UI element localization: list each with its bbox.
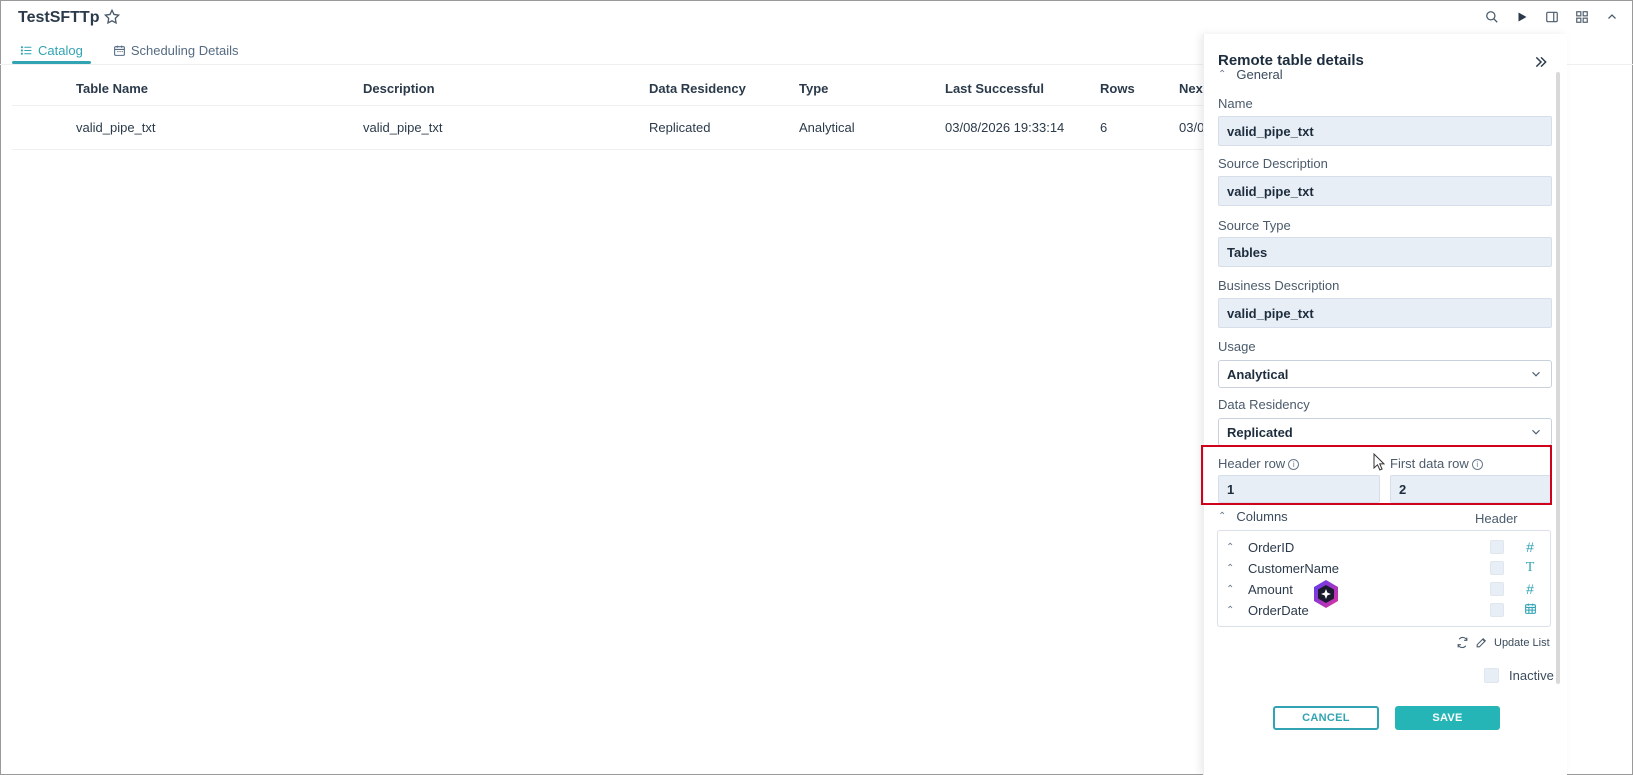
data-residency-selected-value: Replicated [1227, 425, 1293, 440]
cell-last-successful: 03/08/2026 19:33:14 [945, 120, 1065, 135]
catalog-table: Table Name Description Data Residency Ty… [12, 72, 1252, 150]
cell-type: Analytical [799, 120, 855, 135]
columns-list: ⌃ OrderID # ⌃ CustomerName T ⌃ Amount # … [1217, 530, 1551, 627]
column-header-last-successful[interactable]: Last Successful [945, 81, 1044, 96]
tab-catalog-label: Catalog [38, 42, 83, 58]
app-title: TestSFTTp [18, 9, 100, 26]
column-name: CustomerName [1248, 560, 1340, 576]
date-type-icon [1522, 602, 1538, 618]
general-label: General [1236, 67, 1283, 82]
general-section-header[interactable]: ⌃ General [1218, 67, 1283, 82]
list-item[interactable]: ⌃ OrderDate [1226, 601, 1544, 619]
data-residency-select[interactable]: Replicated [1218, 418, 1552, 446]
cell-next: 03/0 [1179, 120, 1205, 135]
caret-up-icon: ⌃ [1226, 583, 1235, 595]
edit-icon[interactable] [1475, 636, 1488, 649]
column-name: Amount [1248, 581, 1293, 597]
remote-table-details-panel: Remote table details ⌃ General Name vali… [1203, 34, 1567, 775]
usage-select[interactable]: Analytical [1218, 360, 1552, 388]
column-name: OrderID [1248, 539, 1295, 555]
column-header-description[interactable]: Description [363, 81, 435, 96]
favorite-star-icon[interactable] [103, 8, 121, 26]
apps-icon[interactable] [1573, 8, 1591, 26]
search-icon[interactable] [1483, 8, 1501, 26]
inactive-toggle[interactable]: Inactive [1484, 668, 1554, 683]
caret-up-icon: ⌃ [1226, 562, 1235, 574]
header-checkbox[interactable] [1490, 603, 1504, 617]
header-column-label: Header [1475, 511, 1518, 526]
list-icon [20, 45, 32, 55]
column-header-type[interactable]: Type [799, 81, 828, 96]
header-checkbox[interactable] [1490, 561, 1504, 575]
caret-up-icon: ⌃ [1218, 69, 1227, 80]
assistant-badge-icon[interactable] [1311, 579, 1341, 609]
data-residency-label: Data Residency [1218, 397, 1310, 412]
column-header-rows[interactable]: Rows [1100, 81, 1135, 96]
number-type-icon: # [1526, 581, 1534, 597]
chevron-down-icon [1532, 429, 1540, 435]
cell-data-residency: Replicated [649, 120, 711, 135]
caret-up-icon: ⌃ [1226, 541, 1235, 553]
name-field[interactable]: valid_pipe_txt [1218, 116, 1552, 146]
table-header-row: Table Name Description Data Residency Ty… [12, 72, 1252, 106]
save-button[interactable]: SAVE [1395, 706, 1500, 730]
column-header-table-name[interactable]: Table Name [76, 81, 148, 96]
list-item[interactable]: ⌃ CustomerName T [1226, 559, 1544, 577]
caret-up-icon: ⌃ [1226, 604, 1235, 616]
double-chevron-right-icon[interactable] [1533, 54, 1549, 70]
tab-scheduling-label: Scheduling Details [130, 42, 239, 58]
cell-rows: 6 [1100, 120, 1108, 135]
tab-bar: Catalog Scheduling Details [12, 38, 247, 64]
inactive-checkbox[interactable] [1484, 668, 1499, 683]
caret-up-icon: ⌃ [1218, 511, 1227, 522]
list-item[interactable]: ⌃ Amount # [1226, 580, 1544, 598]
chevron-up-icon[interactable] [1603, 8, 1621, 26]
tab-scheduling-details[interactable]: Scheduling Details [105, 38, 247, 62]
play-icon[interactable] [1513, 8, 1531, 26]
update-list-label[interactable]: Update List [1494, 637, 1550, 649]
panel-toggle-icon[interactable] [1543, 8, 1561, 26]
number-type-icon: # [1526, 539, 1534, 555]
calendar-icon [113, 45, 125, 56]
source-description-label: Source Description [1218, 156, 1328, 171]
columns-label: Columns [1236, 509, 1288, 524]
source-description-field[interactable]: valid_pipe_txt [1218, 176, 1552, 206]
header-checkbox[interactable] [1490, 582, 1504, 596]
tab-catalog[interactable]: Catalog [12, 38, 91, 64]
refresh-icon[interactable] [1456, 636, 1469, 649]
cell-table-name: valid_pipe_txt [76, 120, 156, 135]
mouse-cursor-icon [1373, 453, 1386, 471]
header-checkbox[interactable] [1490, 540, 1504, 554]
name-label: Name [1218, 96, 1253, 111]
cell-description: valid_pipe_txt [363, 120, 443, 135]
inactive-label: Inactive [1509, 668, 1554, 683]
source-type-field[interactable]: Tables [1218, 237, 1552, 267]
column-header-data-residency[interactable]: Data Residency [649, 81, 746, 96]
business-description-field[interactable]: valid_pipe_txt [1218, 298, 1552, 328]
chevron-down-icon [1532, 371, 1540, 377]
update-list-action[interactable]: Update List [1456, 636, 1550, 649]
business-description-label: Business Description [1218, 278, 1340, 293]
usage-label: Usage [1218, 339, 1256, 354]
columns-section-header[interactable]: ⌃ Columns [1218, 509, 1288, 524]
cancel-button[interactable]: CANCEL [1273, 706, 1379, 730]
text-type-icon: T [1525, 560, 1535, 575]
column-name: OrderDate [1248, 602, 1309, 618]
list-item[interactable]: ⌃ OrderID # [1226, 538, 1544, 556]
table-row[interactable]: valid_pipe_txt valid_pipe_txt Replicated… [12, 106, 1252, 150]
usage-selected-value: Analytical [1227, 367, 1289, 382]
top-toolbar [1483, 8, 1621, 26]
panel-scrollbar[interactable] [1556, 72, 1560, 684]
source-type-label: Source Type [1218, 218, 1291, 233]
